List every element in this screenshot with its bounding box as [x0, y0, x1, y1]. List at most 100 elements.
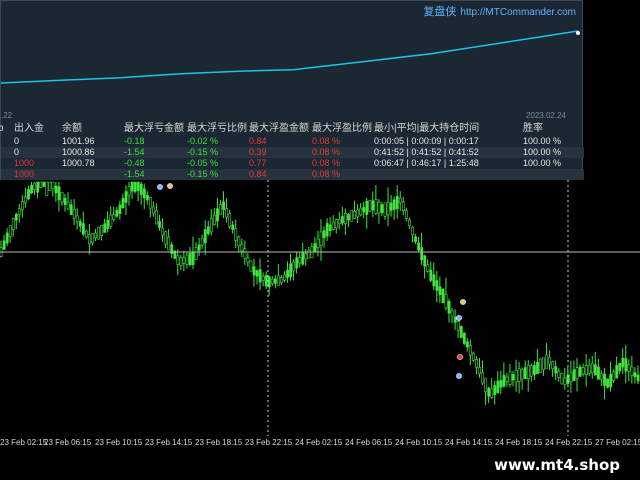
candle-body — [124, 191, 128, 203]
candle-body — [337, 219, 341, 225]
candle-body — [341, 216, 344, 224]
equity-panel: 复盘侠 http://MTCommander.com .22 2023.02.24… — [0, 0, 584, 180]
candle-body — [167, 236, 171, 251]
candle-body — [529, 365, 533, 377]
candle-body — [328, 224, 332, 232]
candle-body — [465, 341, 469, 348]
candle-body — [508, 371, 512, 385]
candle-body — [194, 246, 198, 260]
candle-body — [389, 202, 393, 211]
candle-body — [264, 275, 268, 287]
candle-body — [533, 365, 536, 375]
candle-body — [438, 286, 442, 296]
candle-body — [386, 202, 390, 216]
candle-body — [395, 196, 399, 210]
candle-body — [475, 358, 478, 368]
candle-body — [191, 251, 195, 265]
candle-body — [630, 366, 634, 377]
candle-body — [81, 223, 85, 235]
candle-body — [569, 372, 573, 383]
candle-body — [392, 199, 396, 210]
candle-body — [75, 215, 79, 222]
candle-body — [136, 181, 140, 191]
candle-body — [322, 230, 326, 239]
candle-body — [97, 226, 101, 240]
candle-body — [222, 201, 225, 210]
candle-body — [27, 189, 30, 200]
candle-body — [636, 374, 640, 382]
candle-body — [493, 385, 497, 395]
candle-body — [368, 200, 372, 212]
candle-body — [127, 186, 131, 196]
candle-body — [572, 369, 576, 382]
candle-body — [350, 210, 353, 222]
candle-body — [377, 201, 381, 214]
candle-body — [145, 194, 149, 201]
candle-body — [523, 367, 527, 379]
candle-body — [563, 377, 567, 386]
candle-body — [219, 204, 222, 216]
candle-body — [526, 365, 530, 379]
watermark: www.mt4.shop — [494, 448, 640, 480]
candle-body — [618, 363, 622, 372]
trade-markers — [157, 183, 466, 379]
candle-body — [85, 230, 88, 238]
candle-body — [240, 244, 244, 252]
candle-body — [536, 361, 539, 374]
equity-date-left: .22 — [1, 111, 13, 120]
candle-body — [152, 206, 155, 214]
candle-body — [17, 208, 21, 215]
candle-body — [179, 257, 183, 266]
candle-body — [603, 373, 606, 386]
candle-body — [45, 181, 49, 196]
candles — [0, 181, 640, 406]
candle-body — [91, 233, 94, 243]
candle-body — [554, 366, 558, 374]
candle-body — [164, 231, 168, 245]
table-row-total[interactable]: 1000 -1.54 -0.15 % 0.84 0.08 % — [1, 169, 584, 180]
candle-body — [14, 213, 18, 221]
candle-body — [520, 368, 524, 380]
candle-body — [511, 374, 515, 381]
candle-body — [24, 196, 27, 204]
candle-body — [441, 288, 445, 304]
candle-body — [331, 221, 335, 230]
candle-body — [542, 357, 545, 371]
candle-body — [66, 201, 70, 210]
candle-body — [353, 210, 357, 219]
candle-body — [273, 278, 277, 284]
candle-body — [118, 204, 122, 214]
candle-body — [490, 388, 494, 398]
candle-body — [142, 188, 146, 199]
candle-body — [444, 293, 448, 309]
candle-body — [109, 214, 113, 227]
table-row[interactable]: 1000 1000.78 -0.48 -0.05 % 0.77 0.08 % 0… — [1, 158, 584, 169]
candle-body — [280, 277, 283, 283]
candle-body — [408, 219, 411, 226]
candle-body — [612, 371, 616, 381]
candle-body — [334, 219, 338, 228]
candle-body — [414, 236, 417, 242]
candle-body — [453, 316, 457, 323]
candle-body — [36, 181, 40, 193]
candle-body — [432, 274, 436, 287]
trade-marker — [157, 184, 163, 190]
candle-body — [88, 234, 91, 245]
candle-body — [362, 207, 366, 213]
candle-body — [502, 375, 506, 387]
trade-marker — [457, 354, 463, 360]
trade-marker — [456, 315, 462, 321]
candle-body — [316, 238, 320, 248]
candle-body — [587, 364, 591, 374]
candle-body — [261, 275, 265, 281]
table-row[interactable]: 0 1001.96 -0.18 -0.02 % 0.84 0.08 % 0:00… — [1, 136, 584, 147]
candle-body — [356, 209, 360, 217]
candle-body — [374, 199, 378, 214]
candle-body — [209, 217, 213, 233]
candle-body — [63, 197, 67, 205]
table-row[interactable]: 0 1000.86 -1.54 -0.15 % 0.39 0.08 % 0:41… — [1, 147, 584, 158]
candle-body — [459, 326, 463, 339]
candle-body — [258, 269, 262, 283]
candle-body — [213, 214, 216, 226]
trade-marker — [167, 183, 173, 189]
